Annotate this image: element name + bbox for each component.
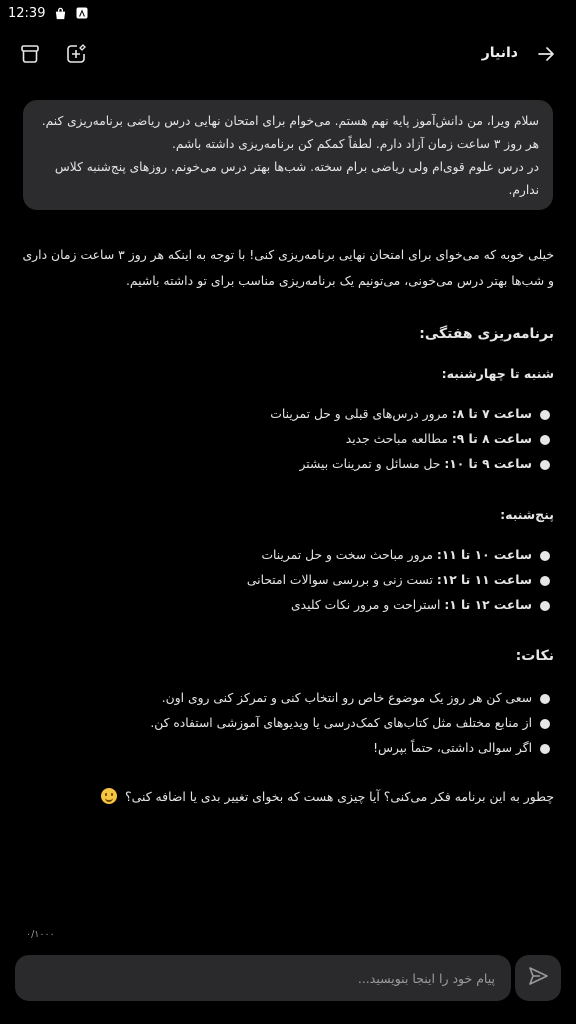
chat-title: دانیار: [481, 45, 518, 61]
send-button[interactable]: [515, 955, 561, 1001]
bullet-icon: [540, 744, 550, 754]
message-input[interactable]: [15, 955, 511, 1001]
bullet-icon: [540, 460, 550, 470]
bullet-icon: [540, 694, 550, 704]
assistant-message: خیلی خوبه که می‌خوای برای امتحان نهایی ب…: [22, 242, 554, 809]
thursday-heading: پنج‌شنبه:: [500, 507, 554, 522]
list-item: از منابع مختلف مثل کتاب‌های کمک‌درسی یا …: [22, 711, 554, 736]
assistant-intro: خیلی خوبه که می‌خوای برای امتحان نهایی ب…: [22, 247, 554, 288]
bullet-icon: [540, 435, 550, 445]
status-bar: 12:39: [0, 0, 576, 26]
user-message-line: در درس علوم قوی‌ام ولی ریاضی برام سخته. …: [54, 160, 539, 197]
back-button[interactable]: [530, 40, 562, 72]
list-item: اگر سوالی داشتی، حتماً بپرس!: [22, 736, 554, 761]
bullet-icon: [540, 719, 550, 729]
list-item: ساعت ۱۲ تا ۱: استراحت و مرور نکات کلیدی: [22, 593, 554, 618]
app-header: دانیار: [0, 36, 576, 76]
list-item: ساعت ۸ تا ۹: مطالعه مباحث جدید: [22, 427, 554, 452]
bullet-icon: [540, 601, 550, 611]
bullet-icon: [540, 551, 550, 561]
archive-button[interactable]: [14, 40, 46, 72]
thursday-list: ساعت ۱۰ تا ۱۱: مرور مباحث سخت و حل تمرین…: [22, 543, 554, 618]
message-composer: [15, 955, 511, 1001]
tips-list: سعی کن هر روز یک موضوع خاص رو انتخاب کنی…: [22, 686, 554, 761]
smiling-face-icon: [101, 788, 118, 804]
weekday-heading: شنبه تا چهارشنبه:: [441, 366, 554, 381]
send-icon: [527, 965, 549, 991]
status-time: 12:39: [8, 5, 46, 21]
bullet-icon: [540, 576, 550, 586]
archive-icon: [19, 43, 41, 69]
assistant-closing: چطور به این برنامه فکر می‌کنی؟ آیا چیزی …: [22, 785, 554, 809]
list-item: ساعت ۱۰ تا ۱۱: مرور مباحث سخت و حل تمرین…: [22, 543, 554, 568]
user-message-line: سلام ویرا، من دانش‌آموز پایه نهم هستم. م…: [41, 114, 539, 151]
arrow-right-icon: [536, 44, 556, 68]
new-chat-icon: [65, 43, 87, 69]
bullet-icon: [540, 410, 550, 420]
list-item: ساعت ۱۱ تا ۱۲: تست زنی و بررسی سوالات ام…: [22, 568, 554, 593]
list-item: ساعت ۷ تا ۸: مرور درس‌های قبلی و حل تمری…: [22, 402, 554, 427]
list-item: سعی کن هر روز یک موضوع خاص رو انتخاب کنی…: [22, 686, 554, 711]
weekday-list: ساعت ۷ تا ۸: مرور درس‌های قبلی و حل تمری…: [22, 402, 554, 477]
list-item: ساعت ۹ تا ۱۰: حل مسائل و تمرینات بیشتر: [22, 452, 554, 477]
plan-heading: برنامه‌ریزی هفتگی:: [419, 326, 554, 342]
notification-app-icon: [75, 6, 89, 20]
new-chat-button[interactable]: [60, 40, 92, 72]
notification-bag-icon: [53, 6, 67, 20]
user-message-bubble: سلام ویرا، من دانش‌آموز پایه نهم هستم. م…: [23, 100, 553, 210]
char-counter: ۰/۱۰۰۰: [26, 929, 55, 940]
tips-heading: نکات:: [515, 648, 554, 664]
